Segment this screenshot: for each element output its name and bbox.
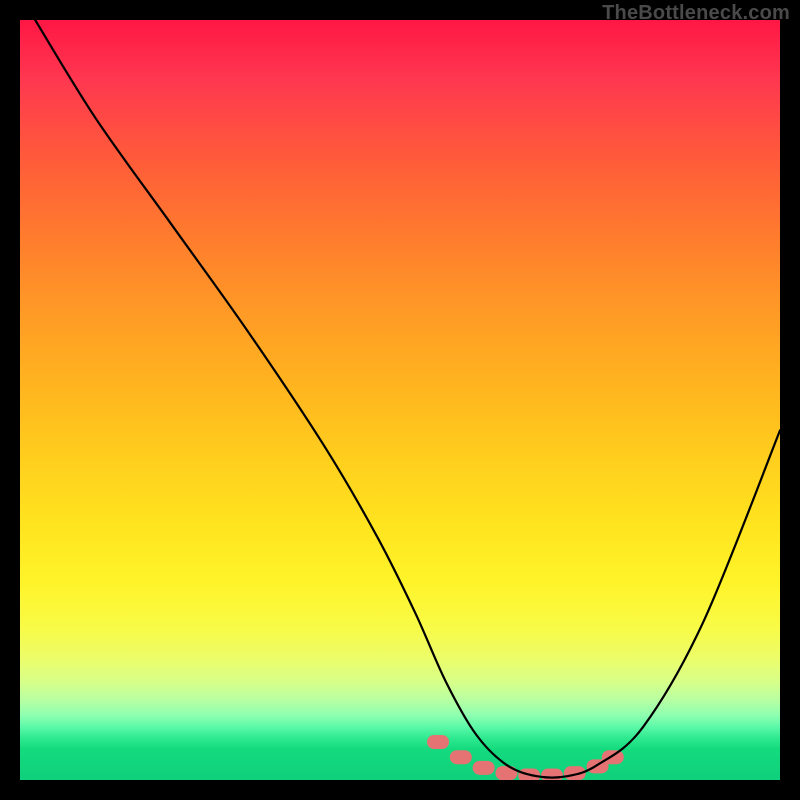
bottleneck-curve bbox=[35, 20, 780, 778]
valley-marker bbox=[450, 750, 472, 764]
chart-stage: TheBottleneck.com bbox=[0, 0, 800, 800]
valley-marker bbox=[602, 750, 624, 764]
valley-marker bbox=[427, 735, 449, 749]
watermark-text: TheBottleneck.com bbox=[602, 2, 790, 25]
valley-marker bbox=[473, 761, 495, 775]
plot-area bbox=[20, 20, 780, 780]
curve-layer bbox=[20, 20, 780, 780]
